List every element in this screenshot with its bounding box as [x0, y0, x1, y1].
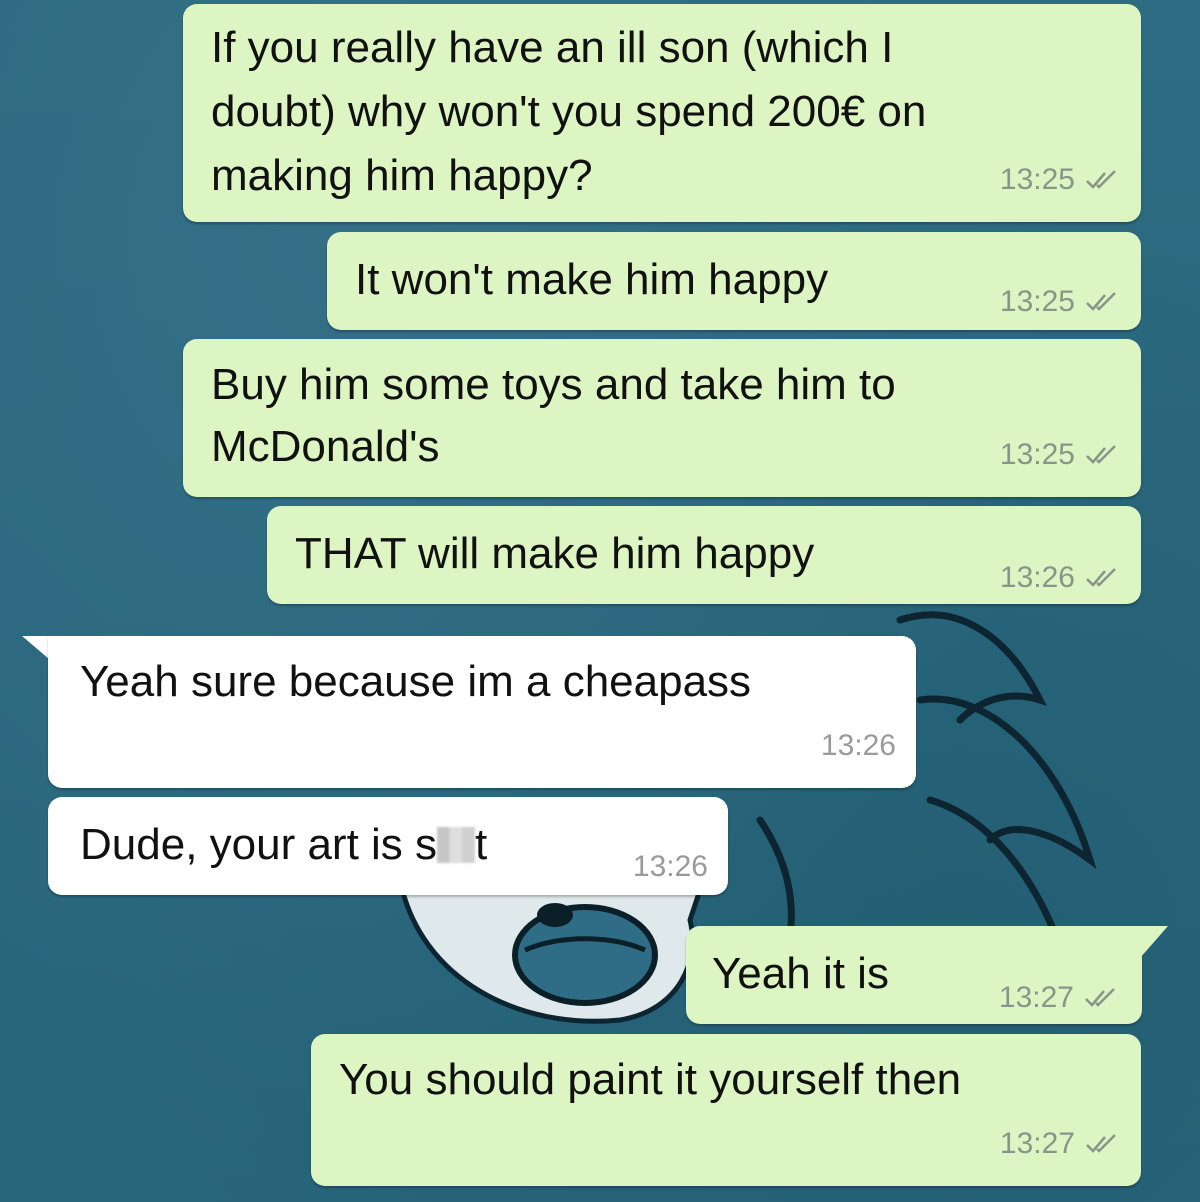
incoming-message[interactable]: Dude, your art is s t 13:26: [48, 797, 728, 895]
message-timestamp: 13:27: [999, 1127, 1075, 1160]
message-timestamp: 13:25: [999, 285, 1075, 318]
incoming-message[interactable]: Yeah sure because im a cheapass 13:26: [48, 636, 916, 788]
message-text: Yeah it is: [712, 949, 889, 998]
message-timestamp: 13:26: [632, 850, 708, 883]
double-check-icon: [1086, 170, 1116, 189]
outgoing-message[interactable]: It won't make him happy 13:25: [327, 232, 1141, 330]
double-check-icon: [1086, 1134, 1116, 1153]
message-text-part: Dude, your art is s: [80, 820, 438, 869]
message-text-line: doubt) why won't you spend 200€ on: [211, 87, 927, 136]
message-text-line: If you really have an ill son (which I: [211, 23, 894, 72]
message-timestamp: 13:26: [999, 561, 1075, 594]
message-timestamp: 13:27: [998, 981, 1074, 1014]
outgoing-message[interactable]: THAT will make him happy 13:26: [267, 506, 1141, 604]
censor-blur: [437, 827, 476, 863]
outgoing-message[interactable]: If you really have an ill son (which I d…: [183, 4, 1141, 222]
double-check-icon: [1086, 292, 1116, 311]
message-timestamp: 13:25: [999, 163, 1075, 196]
message-text: THAT will make him happy: [295, 529, 815, 578]
outgoing-message[interactable]: You should paint it yourself then 13:27: [311, 1034, 1141, 1186]
message-text: You should paint it yourself then: [339, 1055, 962, 1104]
message-timestamp: 13:25: [999, 438, 1075, 471]
outgoing-message[interactable]: Yeah it is 13:27: [686, 926, 1142, 1024]
outgoing-message[interactable]: Buy him some toys and take him to McDona…: [183, 339, 1141, 497]
message-text-line: making him happy?: [211, 151, 593, 200]
message-text-line: Buy him some toys and take him to: [211, 360, 896, 409]
message-text-part: t: [475, 820, 488, 869]
message-timestamp: 13:26: [820, 729, 896, 762]
outgoing-bubble-tail: [1140, 926, 1168, 958]
double-check-icon: [1086, 568, 1116, 587]
message-text-line: McDonald's: [211, 422, 440, 471]
message-text: It won't make him happy: [355, 255, 829, 304]
message-text: Yeah sure because im a cheapass: [80, 657, 752, 706]
double-check-icon: [1086, 445, 1116, 464]
double-check-icon: [1085, 988, 1115, 1007]
